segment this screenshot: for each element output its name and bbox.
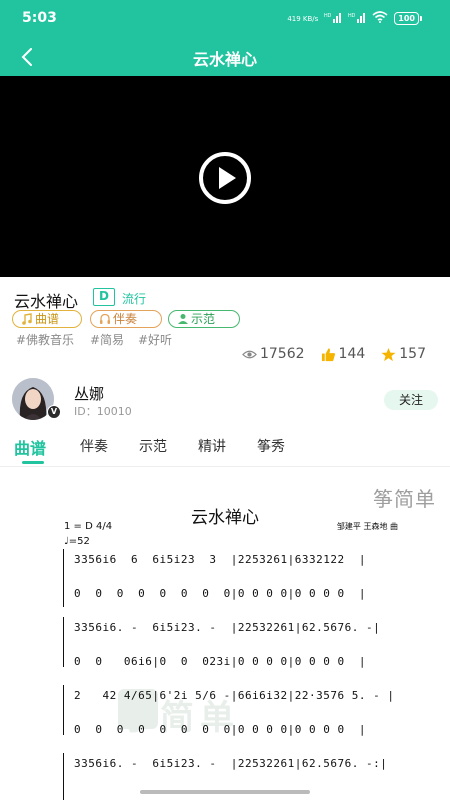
view-count-value: 17562 xyxy=(259,346,305,362)
system-brace xyxy=(63,549,67,607)
eye-icon xyxy=(242,350,257,358)
like-count[interactable]: 144 xyxy=(321,346,366,362)
music-row: 2 42 4/65|6'2i 5/6 -|66i6i32|22·3576 5. … xyxy=(74,689,395,702)
accompaniment-pill[interactable]: 伴奏 xyxy=(90,310,162,328)
status-icons: 419 KB/s HD HD 100 xyxy=(287,11,422,26)
tag-item[interactable]: #佛教音乐 xyxy=(16,331,74,348)
favorite-count[interactable]: 157 xyxy=(381,346,426,362)
star-icon xyxy=(381,347,396,361)
composer-credit: 邹建平 王森地 曲 xyxy=(336,522,398,531)
person-icon xyxy=(178,314,188,324)
play-icon xyxy=(199,152,251,204)
music-row: 0 0 0 0 0 0 0 0|0 0 0 0|0 0 0 0 | xyxy=(74,587,367,600)
music-note-icon xyxy=(22,313,32,325)
thumbs-up-icon xyxy=(321,347,335,361)
follow-button[interactable]: 关注 xyxy=(384,390,438,410)
tempo-marking: ♩=52 xyxy=(64,536,90,547)
score-pill-label: 曲谱 xyxy=(35,311,60,326)
play-button[interactable] xyxy=(198,151,252,205)
verified-badge: V xyxy=(47,405,61,419)
tab-score[interactable]: 曲谱 xyxy=(14,435,46,459)
demo-pill-label: 示范 xyxy=(191,311,216,326)
status-bar: 5:03 419 KB/s HD HD 100 xyxy=(0,0,450,38)
sheet-music[interactable]: 筝简单 筝简单 云水禅心 1 = D 4/4 ♩=52 邹建平 王森地 曲 33… xyxy=(0,467,450,800)
signal-icon: HD xyxy=(324,12,342,26)
music-row: 0 0 0 0 0 0 0 0|0 0 0 0|0 0 0 0 | xyxy=(74,723,367,736)
system-brace xyxy=(63,685,67,735)
tab-lecture[interactable]: 精讲 xyxy=(198,436,226,456)
svg-text:HD: HD xyxy=(348,13,356,19)
genre-label[interactable]: 流行 xyxy=(122,290,146,307)
tab-accompaniment[interactable]: 伴奏 xyxy=(80,436,108,456)
nav-bar: 云水禅心 xyxy=(0,38,450,76)
music-row: 3356i6. - 6i5i23. - |22532261|62.5676. -… xyxy=(74,621,381,634)
accompaniment-pill-label: 伴奏 xyxy=(113,311,138,326)
wifi-icon xyxy=(372,11,388,26)
music-row: 3356i6. - 6i5i23. - |22532261|62.5676. -… xyxy=(74,757,388,770)
score-pill[interactable]: 曲谱 xyxy=(12,310,82,328)
network-speed: 419 KB/s xyxy=(287,14,319,23)
tag-item[interactable]: #简易 xyxy=(90,331,124,348)
tab-indicator xyxy=(22,461,44,464)
content-tabs: 曲谱 伴奏 示范 精讲 筝秀 xyxy=(0,430,450,464)
key-signature: 1 = D 4/4 xyxy=(64,521,113,532)
status-time: 5:03 xyxy=(22,10,57,26)
page-title: 云水禅心 xyxy=(192,50,257,69)
demo-pill[interactable]: 示范 xyxy=(168,310,240,328)
system-brace xyxy=(63,617,67,667)
tag-item[interactable]: #好听 xyxy=(138,331,172,348)
system-brace xyxy=(63,753,67,800)
headphones-icon xyxy=(100,313,110,324)
song-stats: 17562 144 157 xyxy=(226,346,426,362)
song-title: 云水禅心 xyxy=(14,292,79,311)
view-count: 17562 xyxy=(242,346,305,362)
music-row: 3356i6 6 6i5i23 3 |2253261|6332122 | xyxy=(74,553,367,566)
key-badge: D xyxy=(93,288,115,306)
battery-icon: 100 xyxy=(394,12,422,25)
home-indicator[interactable] xyxy=(140,790,310,794)
tab-showcase[interactable]: 筝秀 xyxy=(257,436,285,456)
author-id: ID：10010 xyxy=(74,405,132,418)
favorite-count-value: 157 xyxy=(399,346,426,362)
svg-text:HD: HD xyxy=(324,13,332,19)
author-name[interactable]: 丛娜 xyxy=(74,383,104,404)
signal-icon-2: HD xyxy=(348,12,366,26)
music-row: 0 0 06i6|0 0 023i|0 0 0 0|0 0 0 0 | xyxy=(74,655,367,668)
battery-level: 100 xyxy=(394,12,419,25)
tab-demo[interactable]: 示范 xyxy=(139,436,167,456)
like-count-value: 144 xyxy=(338,346,366,362)
